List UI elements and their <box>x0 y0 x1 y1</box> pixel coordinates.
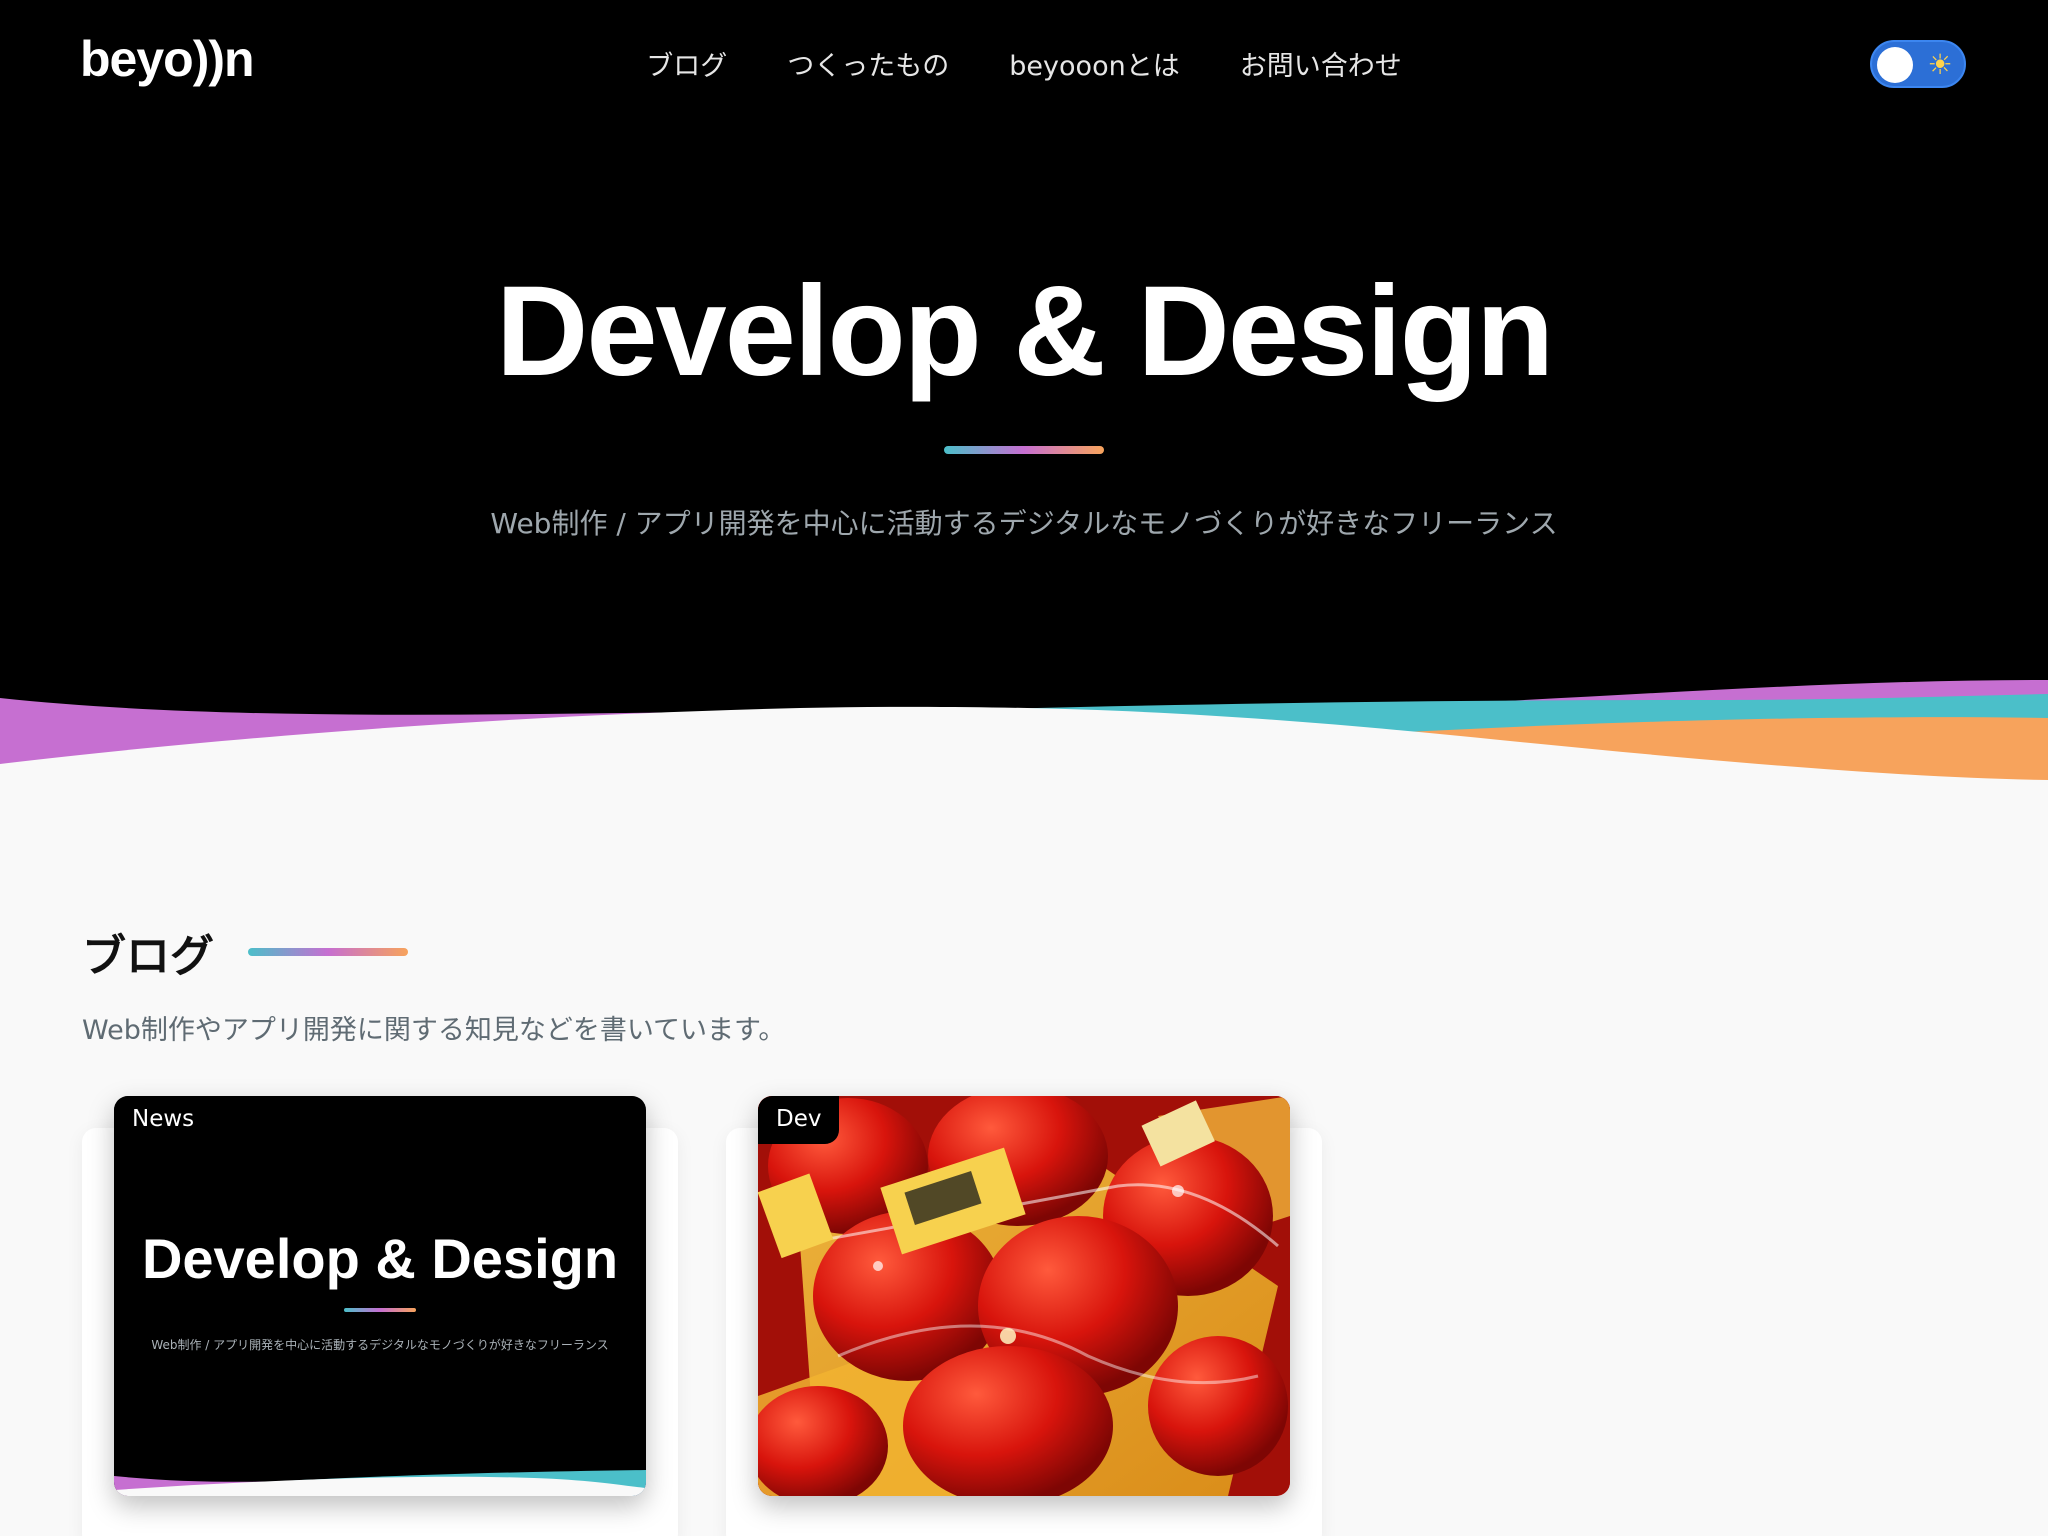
thumbnail-waves <box>114 1470 646 1496</box>
thumbnail-subtitle: Web制作 / アプリ開発を中心に活動するデジタルなモノづくりが好きなフリーラン… <box>151 1338 609 1352</box>
tomatoes-photo <box>758 1096 1290 1496</box>
nav-item-works[interactable]: つくったもの <box>787 44 949 83</box>
theme-toggle[interactable]: ☀ <box>1870 40 1966 88</box>
thumbnail-title: Develop & Design <box>141 1227 619 1290</box>
card-thumbnail[interactable]: News Develop & Design Web制作 / アプリ開発を中心に活… <box>114 1096 646 1496</box>
section-title: ブログ <box>82 931 214 982</box>
section-description: Web制作やアプリ開発に関する知見などを書いています。 <box>82 1015 786 1046</box>
category-badge: News <box>114 1096 213 1144</box>
gradient-divider <box>944 446 1104 454</box>
toggle-knob <box>1877 47 1913 83</box>
category-badge: Dev <box>758 1096 840 1144</box>
hero-section: beyo))n ブログ つくったもの beyooonとは お問い合わせ ☀ De… <box>0 0 2048 800</box>
gradient-divider <box>344 1308 416 1312</box>
nav-item-about[interactable]: beyooonとは <box>1009 44 1179 83</box>
hero-title: Develop & Design <box>495 260 1554 403</box>
blog-section-header: ブログ <box>82 920 408 984</box>
nav-item-blog[interactable]: ブログ <box>646 44 727 83</box>
nav-item-contact[interactable]: お問い合わせ <box>1240 44 1402 83</box>
gradient-divider <box>248 948 408 956</box>
main-nav: ブログ つくったもの beyooonとは お問い合わせ <box>0 44 2048 83</box>
hero-subtitle: Web制作 / アプリ開発を中心に活動するデジタルなモノづくりが好きなフリーラン… <box>490 507 1558 540</box>
site-header: beyo))n ブログ つくったもの beyooonとは お問い合わせ ☀ <box>0 0 2048 128</box>
sun-icon: ☀ <box>1927 48 1953 81</box>
hero-waves <box>0 680 2048 800</box>
card-thumbnail[interactable]: Dev <box>758 1096 1290 1496</box>
